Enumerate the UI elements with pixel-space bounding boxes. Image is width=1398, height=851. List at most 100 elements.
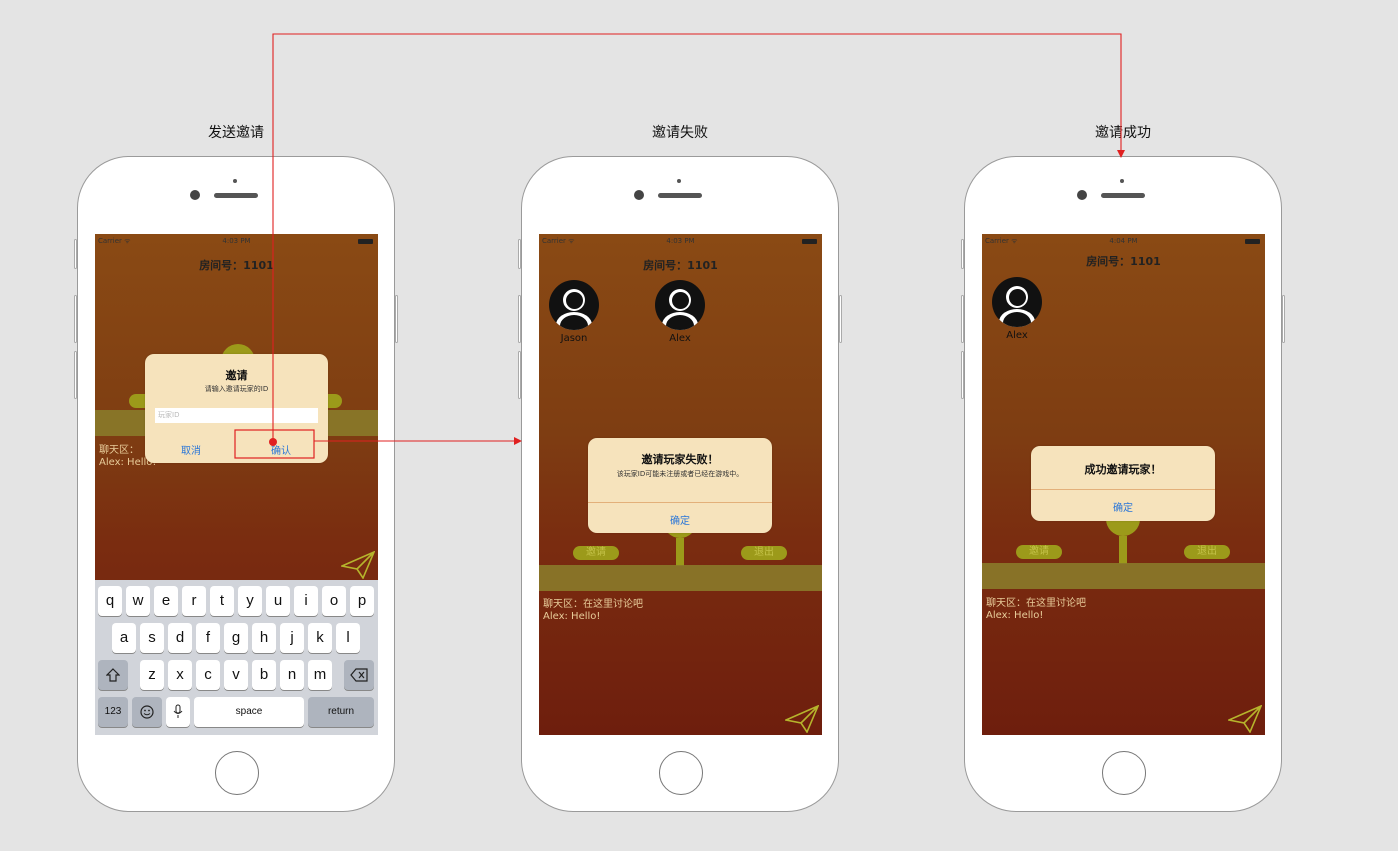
power-button [1282,295,1285,343]
power-button [395,295,398,343]
center-stand [1119,536,1127,564]
invite-success-title: 成功邀请玩家！ [1084,463,1162,476]
mute-switch [961,239,964,269]
center-stand [676,538,684,566]
volume-up-button [961,295,964,343]
avatar-alex [992,277,1042,327]
key-a[interactable]: a [112,623,136,653]
key-i[interactable]: i [294,586,318,616]
send-plane-icon[interactable] [341,551,375,579]
emoji-key[interactable] [132,697,162,727]
phone-frame-invite-success: Carrier ᯤ 4:04 PM 房间号：1101 Alex 邀请 退出 聊天… [961,156,1285,812]
key-l[interactable]: l [336,623,360,653]
earpiece-speaker [214,193,258,198]
key-v[interactable]: v [224,660,248,690]
battery-icon [1245,239,1260,244]
chat-area: 聊天区：在这里讨论吧 Alex: Hello! [543,599,643,623]
key-o[interactable]: o [322,586,346,616]
keyboard: q w e r t y u i o p a s d f g h j k l z … [95,580,378,735]
shift-key[interactable] [98,660,128,690]
dictation-key[interactable] [166,697,190,727]
shift-arrow-icon [105,668,121,682]
avatar-alex [655,280,705,330]
key-m[interactable]: m [308,660,332,690]
exit-button[interactable]: 退出 [1184,545,1230,559]
app-screen: Carrier ᯤ 4:03 PM 房间号：1101 聊天区： Alex: He… [95,234,378,735]
volume-down-button [518,351,521,399]
key-w[interactable]: w [126,586,150,616]
key-p[interactable]: p [350,586,374,616]
app-screen: Carrier ᯤ 4:04 PM 房间号：1101 Alex 邀请 退出 聊天… [982,234,1265,735]
status-time: 4:03 PM [222,237,251,245]
exit-button[interactable]: 退出 [741,546,787,560]
phone-frame-invite-failed: Carrier ᯤ 4:03 PM 房间号：1101 Jason Alex 邀请… [518,156,842,812]
return-key[interactable]: return [308,697,374,727]
room-number: 房间号：1101 [1086,255,1161,268]
send-plane-icon[interactable] [785,705,819,733]
numbers-key[interactable]: 123 [98,697,128,727]
battery-icon [358,239,373,244]
key-t[interactable]: t [210,586,234,616]
chat-area: 聊天区：在这里讨论吧 Alex: Hello! [986,598,1086,622]
key-z[interactable]: z [140,660,164,690]
front-camera [190,190,200,200]
chat-message: Alex: Hello! [543,611,601,622]
player-name-alex: Alex [669,333,691,344]
key-d[interactable]: d [168,623,192,653]
battery-icon [802,239,817,244]
volume-down-button [74,351,77,399]
cancel-button[interactable]: 取消 [171,442,211,457]
app-screen: Carrier ᯤ 4:03 PM 房间号：1101 Jason Alex 邀请… [539,234,822,735]
home-button[interactable] [1102,751,1146,795]
confirm-button[interactable]: 确认 [261,442,301,457]
key-n[interactable]: n [280,660,304,690]
invite-dialog: 邀请 请输入邀请玩家的ID 玩家ID 取消 确认 [145,354,328,463]
key-h[interactable]: h [252,623,276,653]
invite-failed-dialog: 邀请玩家失败！ 该玩家ID可能未注册或者已经在游戏中。 确定 [588,438,772,533]
invite-button[interactable]: 邀请 [1016,545,1062,559]
key-g[interactable]: g [224,623,248,653]
invite-dialog-title: 邀请 [225,369,248,382]
key-y[interactable]: y [238,586,262,616]
invite-dialog-message: 请输入邀请玩家的ID [204,385,269,393]
key-j[interactable]: j [280,623,304,653]
key-f[interactable]: f [196,623,220,653]
backspace-key[interactable] [344,660,374,690]
status-bar: Carrier ᯤ 4:03 PM [95,237,378,247]
key-k[interactable]: k [308,623,332,653]
home-button[interactable] [659,751,703,795]
front-camera [1077,190,1087,200]
table-band [539,565,822,591]
key-b[interactable]: b [252,660,276,690]
send-plane-icon[interactable] [1228,705,1262,733]
ok-button[interactable]: 确定 [1031,499,1215,514]
room-number: 房间号：1101 [199,259,274,272]
invite-button[interactable]: 邀请 [573,546,619,560]
chat-header: 聊天区：在这里讨论吧 [986,598,1086,609]
screen-title-send-invite: 发送邀请 [208,125,264,141]
earpiece-speaker [1101,193,1145,198]
power-button [839,295,842,343]
key-s[interactable]: s [140,623,164,653]
dialog-separator [588,502,772,503]
status-time: 4:03 PM [666,237,695,245]
player-name-alex: Alex [1006,330,1028,341]
key-r[interactable]: r [182,586,206,616]
key-e[interactable]: e [154,586,178,616]
key-u[interactable]: u [266,586,290,616]
key-q[interactable]: q [98,586,122,616]
room-number: 房间号：1101 [643,259,718,272]
front-camera [634,190,644,200]
microphone-icon [173,704,183,718]
ok-button[interactable]: 确定 [588,512,772,527]
home-button[interactable] [215,751,259,795]
status-bar: Carrier ᯤ 4:04 PM [982,237,1265,247]
key-c[interactable]: c [196,660,220,690]
mute-switch [74,239,77,269]
player-id-input[interactable]: 玩家ID [155,408,318,423]
earpiece-speaker [658,193,702,198]
key-x[interactable]: x [168,660,192,690]
space-key[interactable]: space [194,697,304,727]
chat-message: Alex: Hello! [986,610,1044,621]
table-band [982,563,1265,589]
